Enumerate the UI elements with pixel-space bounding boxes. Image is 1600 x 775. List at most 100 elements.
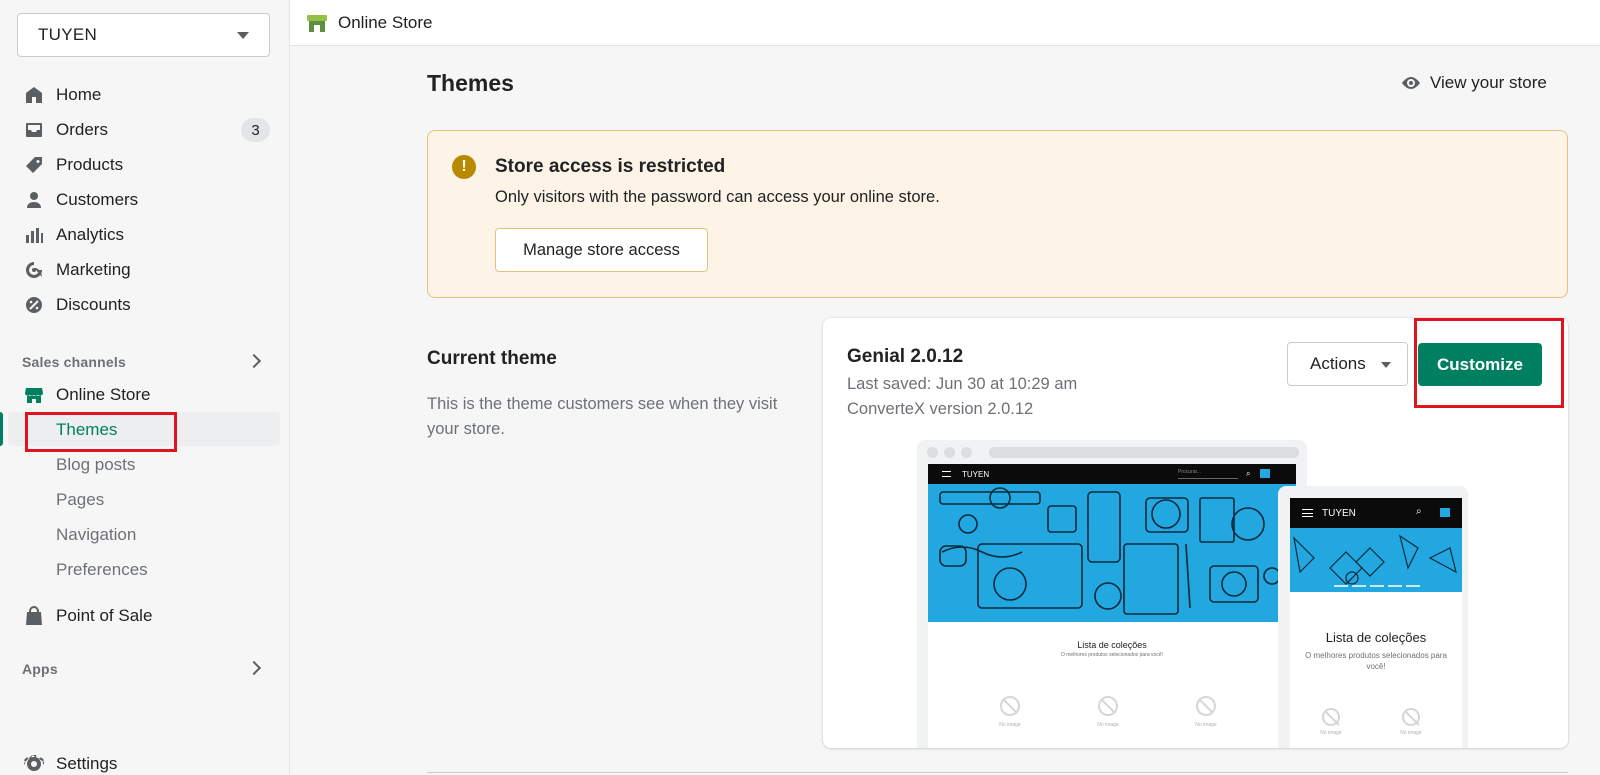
nav-pages[interactable]: Pages	[56, 490, 104, 510]
tag-icon	[26, 157, 42, 173]
preview-collection-title: Lista de coleções	[1077, 640, 1147, 650]
hero-illustration	[939, 487, 1281, 615]
nav-online-store[interactable]: Online Store	[24, 380, 151, 410]
mobile-collection-title: Lista de coleções	[1325, 630, 1427, 645]
themes-highlight-box	[25, 412, 177, 452]
caret-down-icon	[1381, 362, 1391, 368]
manage-store-access-button[interactable]: Manage store access	[495, 228, 708, 272]
cart-icon	[1260, 469, 1270, 478]
cart-icon	[1440, 508, 1450, 517]
mobile-header: TUYEN ⌕	[1290, 498, 1462, 528]
banner-text: Only visitors with the password can acce…	[495, 188, 940, 206]
nav-online-store-label: Online Store	[56, 385, 151, 404]
nav-orders-label: Orders	[56, 120, 108, 139]
hero-illustration	[1293, 534, 1457, 587]
menu-icon	[942, 471, 951, 477]
search-icon: ⌕	[1416, 506, 1422, 517]
nav-marketing[interactable]: Marketing	[24, 255, 131, 285]
actions-dropdown[interactable]: Actions	[1287, 342, 1408, 386]
nav-marketing-label: Marketing	[56, 260, 131, 279]
no-image-label: No image	[1195, 722, 1217, 728]
no-image-icon	[1000, 696, 1020, 716]
preview-header: TUYEN Procurar... ⌕	[928, 464, 1296, 484]
nav-preferences[interactable]: Preferences	[56, 560, 148, 580]
mobile-store-name: TUYEN	[1322, 507, 1356, 519]
no-image-label: No image	[999, 722, 1021, 728]
nav-products[interactable]: Products	[24, 150, 123, 180]
nav-settings-label: Settings	[56, 754, 118, 773]
nav-orders[interactable]: Orders	[24, 115, 108, 145]
apps-heading: Apps	[22, 661, 58, 677]
view-store-link[interactable]: View your store	[1400, 72, 1547, 94]
window-dot	[927, 447, 938, 458]
nav-customers-label: Customers	[56, 190, 139, 209]
no-image-icon	[1196, 696, 1216, 716]
customize-highlight-box	[1414, 318, 1564, 408]
chevron-right-icon[interactable]	[246, 353, 262, 369]
banner-title: Store access is restricted	[495, 156, 726, 177]
online-store-icon	[307, 14, 327, 32]
preview-collection-subtitle: O melhores produtos selecionados para vo…	[1060, 652, 1163, 658]
actions-label: Actions	[1310, 354, 1366, 373]
mobile-screen: TUYEN ⌕ Lista de coleções O melhores pro…	[1290, 498, 1462, 748]
nav-home-label: Home	[56, 85, 102, 104]
nav-discounts[interactable]: Discounts	[24, 290, 131, 320]
preview-search: Procurar...	[1178, 469, 1238, 479]
no-image-label: No image	[1097, 722, 1119, 728]
chevron-right-icon[interactable]	[246, 660, 262, 676]
person-icon	[27, 192, 41, 208]
orders-count-badge: 3	[241, 118, 270, 142]
mobile-collection-subtitle: O melhores produtos selecionados para vo…	[1305, 651, 1447, 671]
warning-icon: !	[452, 155, 476, 179]
store-access-banner: ! Store access is restricted Only visito…	[427, 130, 1568, 298]
no-image-icon	[1322, 708, 1340, 726]
current-theme-description: This is the theme customers see when the…	[427, 395, 778, 438]
view-store-label: View your store	[1430, 73, 1547, 92]
no-image-label: No image	[1320, 730, 1342, 736]
nav-customers[interactable]: Customers	[24, 185, 138, 215]
page-title: Themes	[427, 70, 514, 96]
nav-settings[interactable]: Settings	[24, 749, 117, 775]
nav-point-of-sale[interactable]: Point of Sale	[24, 601, 152, 631]
desktop-preview: TUYEN Procurar... ⌕ Lista de coleções O …	[917, 440, 1307, 748]
theme-last-saved: Last saved: Jun 30 at 10:29 am	[847, 375, 1078, 393]
gear-icon	[24, 755, 44, 771]
sidebar: TUYEN Home Orders 3 Products Customers A…	[0, 0, 290, 775]
preview-store-name: TUYEN	[962, 469, 990, 479]
preview-hero-image	[928, 484, 1296, 622]
desktop-screen: TUYEN Procurar... ⌕ Lista de coleções O …	[928, 464, 1296, 748]
store-name: TUYEN	[38, 25, 98, 44]
search-icon: ⌕	[1246, 469, 1251, 478]
current-theme-heading: Current theme	[427, 348, 557, 369]
no-image-icon	[1402, 708, 1420, 726]
active-item-indicator	[0, 412, 3, 446]
caret-down-icon	[237, 32, 249, 39]
window-dot	[944, 447, 955, 458]
store-selector[interactable]: TUYEN	[17, 13, 270, 57]
topbar-title: Online Store	[338, 12, 433, 32]
no-image-icon	[1098, 696, 1118, 716]
orders-icon	[26, 123, 42, 137]
address-bar	[989, 447, 1299, 458]
shopping-bag-icon	[26, 606, 42, 625]
home-icon	[26, 87, 42, 103]
sales-channels-heading: Sales channels	[22, 354, 126, 370]
mobile-preview: TUYEN ⌕ Lista de coleções O melhores pro…	[1278, 486, 1468, 748]
nav-discounts-label: Discounts	[56, 295, 131, 314]
nav-navigation[interactable]: Navigation	[56, 525, 136, 545]
eye-icon	[1402, 77, 1420, 89]
window-dot	[961, 447, 972, 458]
theme-name: Genial 2.0.12	[847, 346, 964, 367]
menu-icon	[1302, 509, 1313, 517]
nav-products-label: Products	[56, 155, 124, 174]
mobile-hero-image	[1290, 528, 1462, 592]
bar-chart-icon	[26, 228, 43, 243]
theme-version: ConverteX version 2.0.12	[847, 400, 1034, 418]
nav-home[interactable]: Home	[24, 80, 101, 110]
store-icon	[25, 388, 43, 403]
top-bar: Online Store	[290, 0, 1600, 46]
nav-blog-posts[interactable]: Blog posts	[56, 455, 135, 475]
discount-icon	[26, 297, 42, 313]
nav-analytics[interactable]: Analytics	[24, 220, 124, 250]
divider	[427, 772, 1568, 773]
